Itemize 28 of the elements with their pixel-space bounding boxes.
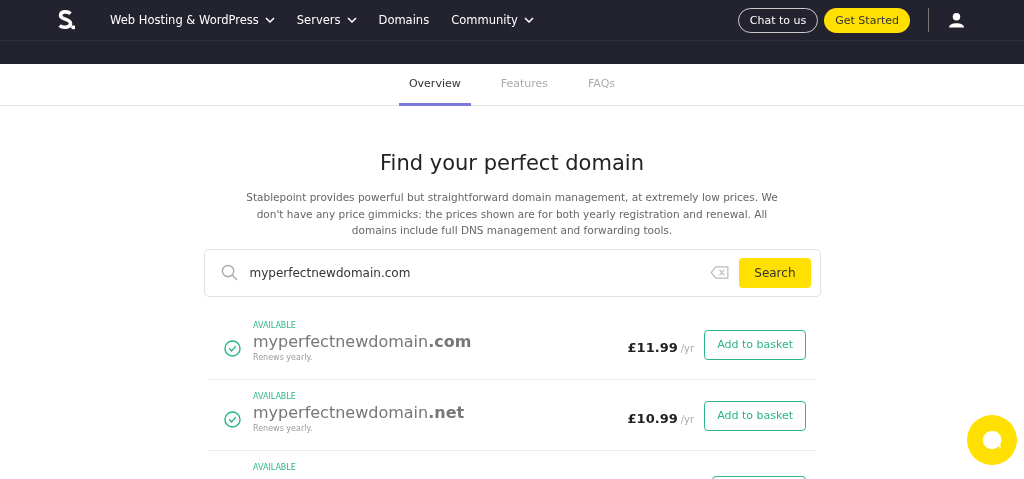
page-heading: Find your perfect domain [380, 151, 644, 175]
renewal-note: Renews yearly. [253, 423, 314, 433]
domain-search-field[interactable]: myperfectnewdomain.com Search [203, 248, 821, 297]
user-icon[interactable] [949, 12, 964, 28]
intro-text: Stablepoint provides powerful but straightforward domain management, at extremely low prices. We don't have any price gimmicks: the prices shown are for both yearly registration and renewal. All domains include full DNS management and forwarding tools. [245, 190, 779, 238]
logo-icon[interactable] [57, 9, 75, 31]
chevron-down-icon [264, 17, 275, 23]
nav-link[interactable]: Community [451, 13, 534, 27]
get-started-button[interactable]: Get Started [824, 7, 910, 33]
domain-name: myperfectnewdomain.com [253, 331, 473, 351]
nav-link[interactable]: Domains [378, 13, 430, 27]
search-icon [220, 264, 238, 281]
renewal-note: Renews yearly. [253, 352, 314, 362]
price: £10.99 [627, 410, 678, 426]
search-button[interactable]: Search [739, 257, 811, 288]
price: £11.99 [627, 339, 678, 355]
speech-bubble-icon [982, 430, 1002, 450]
price-period: /yr [680, 413, 695, 425]
nav-link[interactable]: Servers [296, 13, 357, 27]
availability-label: AVAILABLE [253, 391, 297, 401]
section-tab[interactable]: Overview [398, 64, 471, 106]
availability-label: AVAILABLE [253, 320, 297, 330]
availability-label: AVAILABLE [253, 462, 297, 472]
chevron-down-icon [523, 17, 534, 23]
chevron-down-icon [346, 17, 357, 23]
nav-link[interactable]: Web Hosting & WordPress [110, 13, 275, 27]
price-period: /yr [680, 342, 695, 354]
domain-name: myperfectnewdomain.net [253, 402, 466, 422]
